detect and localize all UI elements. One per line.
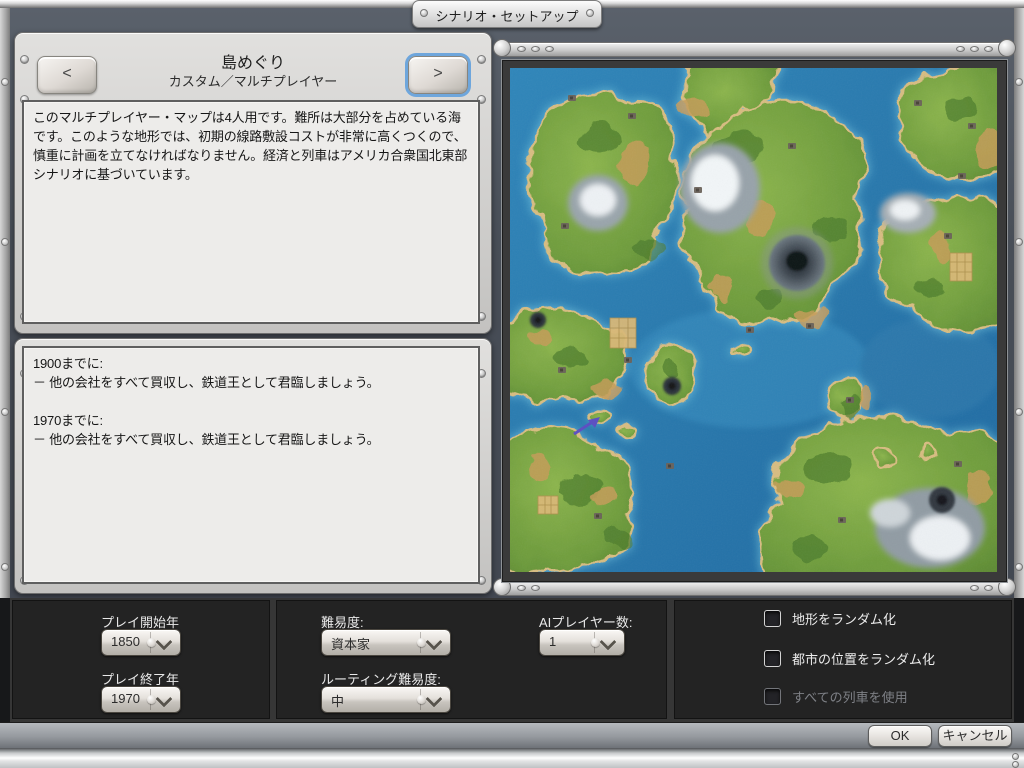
randomize-terrain-checkbox[interactable] [764, 610, 781, 627]
chevron-down-icon [155, 633, 173, 651]
screw-icon [1015, 238, 1023, 246]
ai-players-value: 1 [549, 634, 557, 649]
screw-icon [1015, 408, 1023, 416]
map-frame-bottom-bar [498, 581, 1012, 596]
rivet-icon [970, 585, 979, 591]
end-year-value: 1970 [111, 691, 140, 706]
rivet-icon [517, 585, 526, 591]
dropdown-knob-icon [417, 638, 426, 647]
screw-icon [1012, 761, 1019, 768]
rivet-icon [477, 55, 486, 64]
rivet-icon [956, 46, 965, 52]
ai-players-dropdown[interactable]: 1 [539, 629, 625, 656]
setup-controls-bar: プレイ開始年 1850 プレイ終了年 1970 難易度: 資本家 ルーティング難… [10, 598, 1014, 722]
cancel-button[interactable]: キャンセル [938, 725, 1012, 747]
use-all-trains-row: すべての列車を使用 [764, 687, 908, 706]
randomize-terrain-label: 地形をランダム化 [792, 612, 897, 627]
window-title: シナリオ・セットアップ [435, 9, 579, 24]
chevron-down-icon [425, 690, 443, 708]
use-all-trains-label: すべての列車を使用 [792, 690, 908, 705]
start-year-dropdown[interactable]: 1850 [101, 629, 181, 656]
scenario-info-panel: < > 島めぐり カスタム／マルチプレイヤー このマルチプレイヤー・マップは4人… [14, 32, 492, 334]
years-section: プレイ開始年 1850 プレイ終了年 1970 [12, 600, 270, 719]
footer-bar: OK キャンセル [0, 722, 1024, 748]
rivet-icon [531, 46, 540, 52]
scenario-goals: 1900までに: － 他の会社をすべて買収し、鉄道王として君臨しましょう。 19… [22, 346, 480, 584]
scenario-title: 島めぐり [220, 55, 285, 72]
rivet-icon [20, 55, 29, 64]
randomize-cities-checkbox[interactable] [764, 650, 781, 667]
screw-icon [1, 78, 9, 86]
medallion-icon [493, 39, 511, 57]
difficulty-value: 資本家 [331, 637, 371, 652]
dropdown-knob-icon [417, 695, 426, 704]
randomize-cities-row[interactable]: 都市の位置をランダム化 [764, 649, 935, 668]
rivet-icon [531, 585, 540, 591]
screw-icon [1012, 753, 1019, 760]
routing-difficulty-dropdown[interactable]: 中 [321, 686, 451, 713]
window-right-edge [1014, 8, 1024, 598]
window-bottom-edge [0, 748, 1024, 768]
difficulty-section: 難易度: 資本家 ルーティング難易度: 中 AIプレイヤー数: 1 [276, 600, 667, 719]
chevron-down-icon [155, 690, 173, 708]
dropdown-knob-icon [147, 638, 156, 647]
screw-icon [1, 408, 9, 416]
medallion-icon [998, 39, 1016, 57]
prev-scenario-button[interactable]: < [37, 56, 97, 94]
randomize-terrain-row[interactable]: 地形をランダム化 [764, 609, 896, 628]
dropdown-knob-icon [147, 695, 156, 704]
rivet-icon [984, 46, 993, 52]
title-tab: シナリオ・セットアップ [412, 0, 602, 28]
screw-icon [1, 238, 9, 246]
start-year-value: 1850 [111, 634, 140, 649]
chevron-down-icon [599, 633, 617, 651]
rivet-icon [545, 46, 554, 52]
options-section: 地形をランダム化 都市の位置をランダム化 すべての列車を使用 [674, 600, 1012, 719]
screw-icon [1015, 78, 1023, 86]
scenario-goals-panel: 1900までに: － 他の会社をすべて買収し、鉄道王として君臨しましょう。 19… [14, 338, 492, 594]
map-preview-panel [502, 60, 1007, 582]
scenario-subtitle: カスタム／マルチプレイヤー [168, 74, 338, 89]
rivet-icon [984, 585, 993, 591]
rivet-icon [517, 46, 526, 52]
end-year-dropdown[interactable]: 1970 [101, 686, 181, 713]
scenario-description: このマルチプレイヤー・マップは4人用です。難所は大部分を占めている海です。このよ… [22, 100, 480, 324]
chevron-down-icon [425, 633, 443, 651]
map-frame-top-bar [498, 42, 1012, 57]
routing-difficulty-value: 中 [331, 694, 345, 709]
rivet-icon [970, 46, 979, 52]
use-all-trains-checkbox [764, 688, 781, 705]
screw-icon [1, 563, 9, 571]
next-scenario-button[interactable]: > [408, 56, 468, 94]
difficulty-dropdown[interactable]: 資本家 [321, 629, 451, 656]
dropdown-knob-icon [591, 638, 600, 647]
screw-icon [1015, 563, 1023, 571]
window-left-edge [0, 8, 10, 598]
randomize-cities-label: 都市の位置をランダム化 [792, 652, 936, 667]
map-preview-image [510, 68, 997, 572]
ok-button[interactable]: OK [868, 725, 932, 747]
scenario-setup-window: シナリオ・セットアップ < > 島めぐり カスタム／マルチプレイヤー このマルチ… [0, 0, 1024, 768]
